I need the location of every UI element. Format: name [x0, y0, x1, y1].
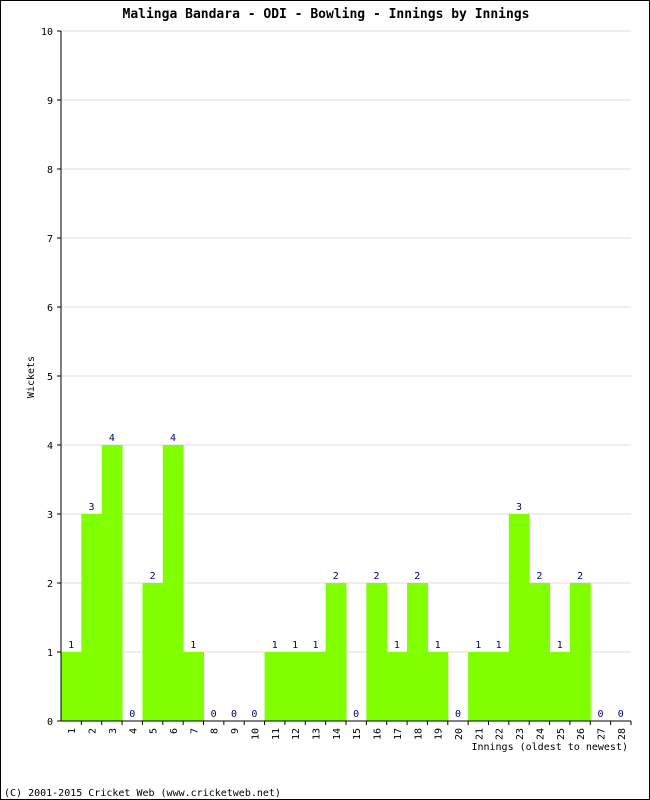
x-tick-label: 17: [393, 728, 404, 740]
x-tick-label: 14: [332, 728, 343, 740]
bar: [407, 583, 428, 721]
copyright-footer: (C) 2001-2015 Cricket Web (www.cricketwe…: [4, 788, 281, 799]
x-tick-label: 28: [617, 728, 628, 740]
x-tick-label: 1: [67, 728, 78, 734]
y-axis-label: Wickets: [26, 356, 37, 398]
y-tick-label: 5: [47, 372, 53, 383]
y-tick-label: 7: [47, 234, 53, 245]
data-label: 2: [536, 571, 542, 582]
bar: [162, 445, 184, 721]
x-axis-label: Innings (oldest to newest): [471, 742, 628, 753]
x-tick-label: 21: [474, 728, 485, 740]
x-tick-label: 19: [434, 728, 445, 740]
bar: [529, 583, 551, 721]
bar: [427, 652, 449, 721]
bar: [386, 652, 408, 721]
x-tick-label: 4: [128, 728, 139, 734]
x-tick-label: 5: [149, 728, 160, 734]
data-label: 2: [577, 571, 583, 582]
data-label: 2: [414, 571, 420, 582]
x-tick-label: 2: [88, 728, 99, 734]
data-label: 1: [394, 640, 400, 651]
data-label: 1: [557, 640, 563, 651]
data-label: 1: [190, 640, 196, 651]
bar: [61, 652, 82, 721]
data-label: 1: [475, 640, 481, 651]
bar: [468, 652, 489, 721]
chart: Malinga Bandara - ODI - Bowling - Inning…: [4, 7, 632, 799]
chart-frame: Malinga Bandara - ODI - Bowling - Inning…: [0, 0, 650, 800]
x-tick-label: 8: [210, 728, 221, 734]
gridlines: [61, 30, 631, 653]
bar: [569, 583, 591, 721]
x-tick-label: 6: [169, 728, 180, 734]
chart-title: Malinga Bandara - ODI - Bowling - Inning…: [123, 7, 530, 22]
bar: [81, 514, 103, 721]
x-tick-label: 7: [189, 728, 200, 734]
x-tick-label: 22: [495, 728, 506, 740]
data-label: 0: [231, 709, 237, 720]
bar: [325, 583, 347, 721]
data-label: 0: [251, 709, 257, 720]
x-tick-label: 12: [291, 728, 302, 740]
bar: [284, 652, 306, 721]
y-tick-labels: 0 1 2 3 4 5 6 7 8 9 10: [41, 27, 53, 728]
bar: [264, 652, 286, 721]
x-tick-label: 24: [535, 728, 546, 740]
x-tick-label: 16: [373, 728, 384, 740]
x-tick-label: 11: [271, 728, 282, 740]
data-label: 1: [272, 640, 278, 651]
y-tick-label: 6: [47, 303, 53, 314]
bar: [549, 652, 571, 721]
data-label: 3: [89, 502, 95, 513]
data-label: 0: [618, 709, 624, 720]
y-tick-label: 9: [47, 96, 53, 107]
data-label: 3: [516, 502, 522, 513]
data-label: 2: [333, 571, 339, 582]
x-tick-label: 23: [515, 728, 526, 740]
bar: [142, 583, 164, 721]
x-tick-label: 27: [596, 728, 607, 740]
x-tick-label: 3: [108, 728, 119, 734]
data-label: 2: [374, 571, 380, 582]
data-label: 1: [312, 640, 318, 651]
x-tick-label: 9: [230, 728, 241, 734]
x-tick-label: 26: [576, 728, 587, 740]
x-tick-label: 20: [454, 728, 465, 740]
data-label: 1: [68, 640, 74, 651]
bar: [508, 514, 530, 721]
data-label: 1: [496, 640, 502, 651]
data-label: 0: [129, 709, 135, 720]
data-label: 0: [353, 709, 359, 720]
bar: [101, 445, 123, 721]
x-tick-label: 25: [556, 728, 567, 740]
x-tick-labels: 1 2 3 4 5 6 7 8 9 10 11 12 13 14 15 16 17 18 19 20 21 22 23 24 2…: [67, 728, 628, 740]
data-label: 2: [150, 571, 156, 582]
bar: [366, 583, 388, 721]
data-label: 0: [597, 709, 603, 720]
x-tick-label: 15: [352, 728, 363, 740]
x-tick-label: 13: [311, 728, 322, 740]
y-tick-label: 10: [41, 27, 53, 38]
y-tick-label: 3: [47, 510, 53, 521]
data-label: 1: [435, 640, 441, 651]
y-tick-label: 4: [47, 441, 53, 452]
data-label: 4: [109, 433, 115, 444]
bar: [183, 652, 204, 721]
y-tick-label: 0: [47, 717, 53, 728]
x-tick-label: 18: [413, 728, 424, 740]
data-label: 4: [170, 433, 176, 444]
data-label: 1: [292, 640, 298, 651]
y-tick-label: 1: [47, 648, 53, 659]
data-label: 0: [455, 709, 461, 720]
bar: [305, 652, 327, 721]
data-label: 0: [211, 709, 217, 720]
y-tick-label: 8: [47, 165, 53, 176]
x-tick-label: 10: [250, 728, 261, 740]
bar: [488, 652, 510, 721]
y-tick-label: 2: [47, 579, 53, 590]
